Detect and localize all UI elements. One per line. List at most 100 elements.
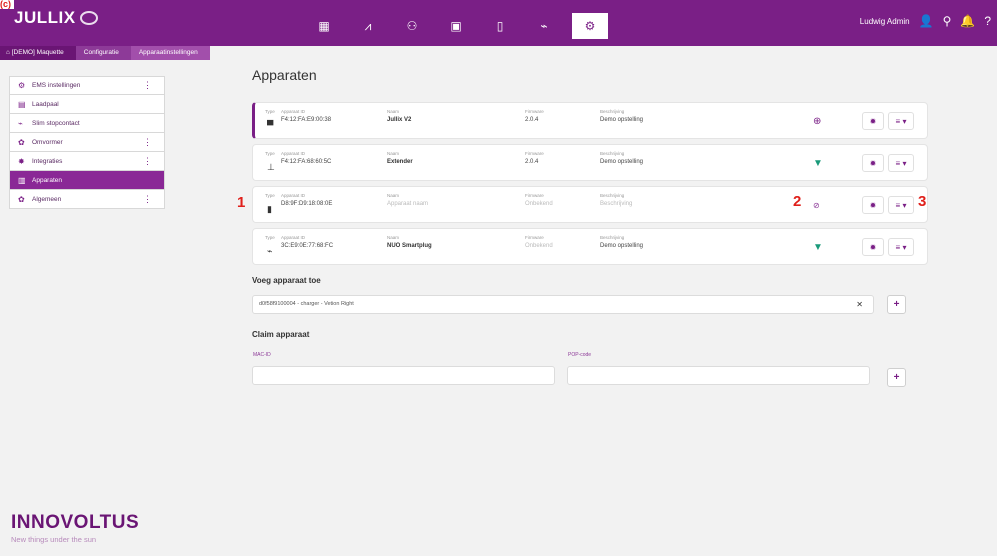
device-description: Demo opstelling <box>600 159 644 165</box>
breadcrumb: ⌂ [DEMO] Maquette Configuratie Apparaati… <box>0 46 210 60</box>
sidebar-item-integraties[interactable]: ✸ Integraties ⋮ <box>9 152 165 171</box>
sidebar-item-label: Slim stopcontact <box>32 119 80 127</box>
device-settings-button[interactable]: ✹ <box>862 238 884 256</box>
help-icon[interactable]: ? <box>984 14 991 28</box>
top-bar: JULLIX ▦ ⩘ ⚇ ▣ ▯ ⌁ ⚙ Ludwig Admin 👤 ⚲ 🔔 … <box>0 0 997 46</box>
device-card[interactable]: Type ⊥ Apparaat ID F4:12:FA:68:60:5C Naam… <box>252 144 928 181</box>
user-name[interactable]: Ludwig Admin <box>860 17 910 26</box>
sidebar-item-ems-instellingen[interactable]: ⚙ EMS instellingen ⋮ <box>9 76 165 95</box>
kebab-icon[interactable]: ⋮ <box>143 137 152 148</box>
device-name: NUO Smartplug <box>387 243 432 249</box>
app-root: JULLIX ▦ ⩘ ⚇ ▣ ▯ ⌁ ⚙ Ludwig Admin 👤 ⚲ 🔔 … <box>0 0 997 556</box>
claim-device-title: Claim apparaat <box>252 330 310 339</box>
kebab-icon[interactable]: ⋮ <box>143 80 152 91</box>
appid-column: Apparaat ID D8:9F:D9:18:08:0E <box>281 192 332 209</box>
nav-dashboard-icon[interactable]: ▦ <box>308 13 340 39</box>
annotation-3: 3 <box>918 193 927 210</box>
type-column: Type <box>265 108 275 115</box>
corner-badge: (c) <box>0 0 14 9</box>
add-device-select[interactable]: d0f58f9100004 - charger - Vetion Right ✕ <box>252 295 874 314</box>
device-card[interactable]: Type ⌁ Apparaat ID 3C:E9:0E:77:68:FC Naam… <box>252 228 928 265</box>
breadcrumb-label: Apparaatinstellingen <box>138 49 198 56</box>
annotation-2: 2 <box>793 193 802 210</box>
device-menu-button[interactable]: ≡ ▾ <box>888 154 914 172</box>
search-icon[interactable]: ⚲ <box>943 14 952 28</box>
description-label: Beschrijving <box>600 193 625 198</box>
controller-icon: ▀ <box>267 120 274 130</box>
cog-icon: ✿ <box>18 137 25 147</box>
sidebar-item-algemeen[interactable]: ✿ Algemeen ⋮ <box>9 190 165 209</box>
logo-text: JULLIX <box>14 8 76 27</box>
description-label: Beschrijving <box>600 235 625 240</box>
menu-icon: ≡ ▾ <box>895 116 907 126</box>
description-label: Beschrijving <box>600 109 625 114</box>
device-card[interactable]: Type ▀ Apparaat ID F4:12:FA:E9:00:38 Naam… <box>252 102 928 139</box>
nav-plug-icon[interactable]: ⌁ <box>528 13 560 39</box>
type-label: Type <box>265 109 275 114</box>
extender-icon: ⊥ <box>267 162 275 172</box>
device-firmware: Onbekend <box>525 201 553 207</box>
device-description: Demo opstelling <box>600 243 644 249</box>
add-device-value: d0f58f9100004 - charger - Vetion Right <box>259 301 354 307</box>
pop-code-field[interactable] <box>567 366 870 385</box>
sidebar-item-label: Omvormer <box>32 138 63 146</box>
firmware-label: Firmware <box>525 193 544 198</box>
meter-icon: ▯ <box>496 19 504 33</box>
sidebar-item-slim-stopcontact[interactable]: ⌁ Slim stopcontact <box>9 114 165 133</box>
kebab-icon[interactable]: ⋮ <box>143 156 152 167</box>
charger-icon: ▤ <box>18 99 26 109</box>
description-column: Beschrijving Demo opstelling <box>600 108 643 125</box>
device-menu-button[interactable]: ≡ ▾ <box>888 196 914 214</box>
puzzle-icon: ✸ <box>18 156 25 166</box>
user-menu: Ludwig Admin 👤 ⚲ 🔔 ? <box>860 14 991 28</box>
chart-icon: ⩘ <box>364 18 372 33</box>
breadcrumb-item-configuratie[interactable]: Configuratie <box>75 46 131 60</box>
device-settings-button[interactable]: ✹ <box>862 196 884 214</box>
logo-mark-icon <box>79 11 98 25</box>
app-logo[interactable]: JULLIX <box>14 8 98 28</box>
nav-meter-icon[interactable]: ▯ <box>484 13 516 39</box>
device-settings-button[interactable]: ✹ <box>862 112 884 130</box>
nav-brain-icon[interactable]: ⚇ <box>396 13 428 39</box>
name-column: Naam Apparaat naam <box>387 192 428 209</box>
breadcrumb-item-demo[interactable]: ⌂ [DEMO] Maquette <box>0 46 76 60</box>
menu-icon: ≡ ▾ <box>895 158 907 168</box>
mac-id-label: MAC-ID <box>253 352 271 358</box>
claim-device-button[interactable]: + <box>887 368 906 387</box>
device-description: Demo opstelling <box>600 117 644 123</box>
nav-chart-icon[interactable]: ⩘ <box>352 13 384 39</box>
mac-id-field[interactable] <box>252 366 555 385</box>
type-label: Type <box>265 193 275 198</box>
appid-label: Apparaat ID <box>281 235 306 240</box>
device-card[interactable]: Type ▮ Apparaat ID D8:9F:D9:18:08:0E Naam… <box>252 186 928 223</box>
appid-label: Apparaat ID <box>281 193 306 198</box>
wifi-icon: ▼ <box>813 242 823 253</box>
device-menu-button[interactable]: ≡ ▾ <box>888 112 914 130</box>
sidebar-item-laadpaal[interactable]: ▤ Laadpaal <box>9 95 165 114</box>
device-menu-button[interactable]: ≡ ▾ <box>888 238 914 256</box>
device-firmware: 2.0.4 <box>525 159 539 165</box>
sidebar-item-apparaten[interactable]: ▥ Apparaten <box>9 171 165 190</box>
sidebar-item-omvormer[interactable]: ✿ Omvormer ⋮ <box>9 133 165 152</box>
add-device-button[interactable]: + <box>887 295 906 314</box>
pop-code-label: POP-code <box>568 352 592 358</box>
user-icon[interactable]: 👤 <box>919 14 934 28</box>
type-column: Type <box>265 192 275 199</box>
device-description: Beschrijving <box>600 201 633 207</box>
device-firmware: Onbekend <box>525 243 553 249</box>
type-column: Type <box>265 150 275 157</box>
nav-battery-icon[interactable]: ▣ <box>440 13 472 39</box>
device-settings-button[interactable]: ✹ <box>862 154 884 172</box>
plug-icon: ⌁ <box>18 118 23 128</box>
description-column: Beschrijving Demo opstelling <box>600 234 643 251</box>
name-column: Naam Jullix V2 <box>387 108 411 125</box>
bell-icon[interactable]: 🔔 <box>960 14 975 28</box>
clear-icon[interactable]: ✕ <box>856 296 863 313</box>
nav-settings-icon[interactable]: ⚙ <box>572 13 608 39</box>
device-name: Extender <box>387 159 413 165</box>
brand-name: INNOVOLTUS <box>11 512 140 533</box>
device-mac: 3C:E9:0E:77:68:FC <box>281 243 334 249</box>
kebab-icon[interactable]: ⋮ <box>143 194 152 205</box>
breadcrumb-item-apparaatinstellingen[interactable]: Apparaatinstellingen <box>130 46 210 60</box>
sidebar-item-label: EMS instellingen <box>32 82 81 89</box>
